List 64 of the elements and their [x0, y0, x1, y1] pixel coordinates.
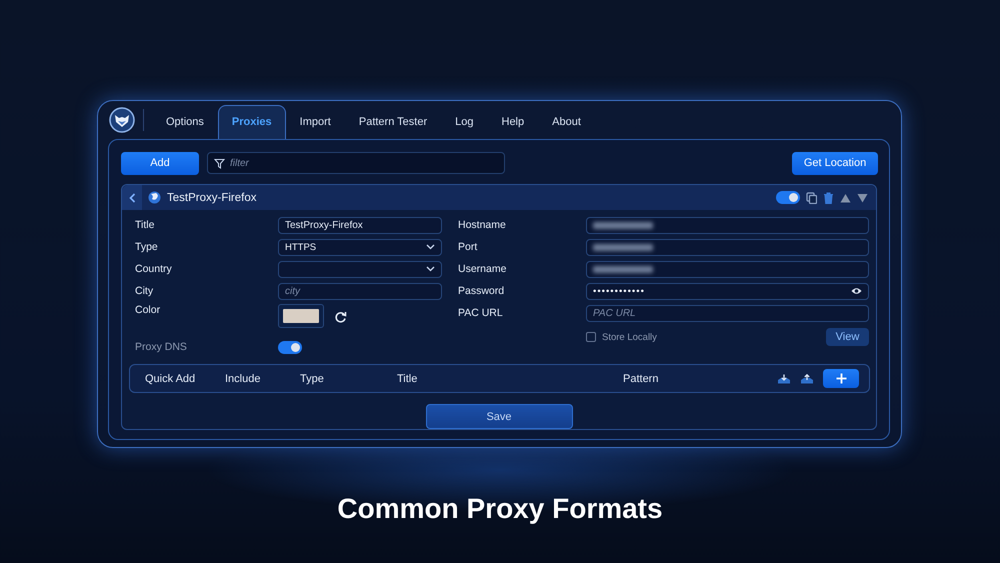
- add-button[interactable]: Add: [121, 152, 199, 174]
- filter-icon: [214, 158, 225, 168]
- fox-logo-icon: [109, 107, 135, 133]
- blurred-value: [593, 244, 653, 250]
- blurred-value: [593, 266, 653, 272]
- chevron-left-icon: [128, 192, 136, 202]
- field-label: Country: [135, 263, 173, 275]
- get-location-button[interactable]: Get Location: [792, 152, 878, 174]
- column-header: Include: [225, 372, 262, 384]
- column-header: Title: [397, 372, 418, 384]
- proxy-title: TestProxy-Firefox: [167, 192, 256, 204]
- select-field[interactable]: HTTPS: [278, 238, 442, 256]
- field-label: Color: [135, 304, 162, 316]
- tab[interactable]: About: [538, 105, 595, 139]
- back-button[interactable]: [122, 185, 142, 210]
- view-button[interactable]: View: [826, 328, 869, 346]
- text-field[interactable]: TestProxy-Firefox: [278, 216, 442, 234]
- tab[interactable]: Proxies: [218, 105, 286, 139]
- field-label: Type: [135, 241, 159, 253]
- field-label: Username: [458, 263, 508, 275]
- text-field[interactable]: [586, 238, 869, 256]
- text-field[interactable]: [586, 260, 869, 278]
- tab[interactable]: Import: [286, 105, 345, 139]
- field-label: Password: [458, 285, 506, 297]
- export-icon[interactable]: [800, 374, 814, 384]
- chevron-down-icon: [426, 244, 435, 250]
- field-label: PAC URL: [458, 307, 504, 319]
- column-header: Quick Add: [144, 372, 196, 384]
- tab[interactable]: Log: [441, 105, 488, 139]
- checkbox-label: Store Locally: [602, 332, 657, 342]
- checkbox[interactable]: [586, 332, 596, 342]
- field-label: Hostname: [458, 219, 507, 231]
- tab[interactable]: Pattern Tester: [344, 105, 442, 139]
- color-picker[interactable]: [278, 304, 324, 328]
- tab[interactable]: Help: [488, 105, 538, 139]
- column-header: Type: [300, 372, 325, 384]
- text-field[interactable]: [586, 216, 869, 234]
- eye-icon[interactable]: [851, 287, 862, 295]
- password-field[interactable]: ••••••••••••: [586, 282, 869, 300]
- enable-toggle[interactable]: [776, 191, 800, 204]
- filter-field[interactable]: filter: [207, 152, 505, 174]
- copy-icon[interactable]: [806, 192, 817, 204]
- caption: Common Proxy Formats: [336, 493, 664, 525]
- triangle-down-icon[interactable]: [857, 192, 868, 202]
- save-button[interactable]: Save: [426, 404, 572, 429]
- trash-icon[interactable]: [823, 192, 834, 204]
- proxy-dns-toggle[interactable]: [278, 340, 302, 354]
- tab[interactable]: Options: [152, 105, 218, 139]
- field-label: Proxy DNS: [135, 341, 188, 353]
- column-header: Pattern: [623, 372, 660, 384]
- select-field[interactable]: [278, 260, 442, 278]
- text-field[interactable]: PAC URL: [586, 304, 869, 322]
- import-icon[interactable]: [777, 374, 791, 384]
- chevron-down-icon: [426, 266, 435, 272]
- field-label: Title: [135, 219, 156, 231]
- text-field[interactable]: city: [278, 282, 442, 300]
- field-label: Port: [458, 241, 478, 253]
- globe-icon: [148, 191, 161, 204]
- blurred-value: [593, 222, 653, 228]
- refresh-icon[interactable]: [334, 311, 347, 324]
- triangle-up-icon[interactable]: [840, 192, 851, 202]
- field-label: City: [135, 285, 154, 297]
- plus-icon: [836, 373, 846, 384]
- add-pattern-button[interactable]: [823, 369, 859, 388]
